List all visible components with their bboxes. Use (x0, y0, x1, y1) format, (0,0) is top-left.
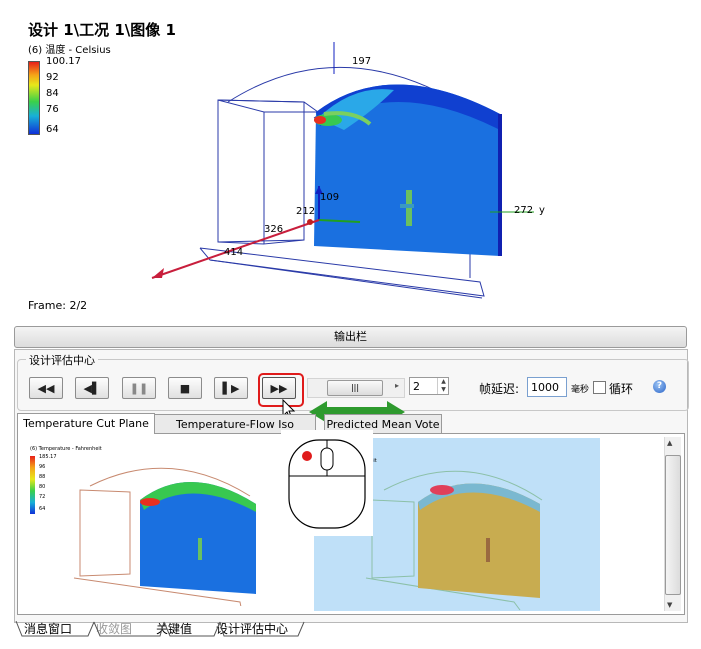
pause-button[interactable]: ❚❚ (122, 377, 156, 399)
color-legend-bar (28, 61, 40, 135)
dimension-label: 109 (320, 192, 340, 203)
step-forward-button[interactable]: ▌▶ (214, 377, 248, 399)
scroll-down-arrow-icon[interactable]: ▼ (667, 601, 672, 609)
slider-thumb[interactable]: ||| (327, 380, 383, 396)
stop-icon: ■ (179, 381, 191, 395)
scroll-up-arrow-icon[interactable]: ▲ (667, 439, 672, 447)
frame-indicator: Frame: 2/2 (28, 299, 88, 312)
legend-title: (6) 温度 - Celsius (28, 45, 111, 56)
legend-tick: 92 (46, 72, 59, 83)
mouse-icon (288, 439, 366, 529)
thumbnail-render (73, 467, 256, 606)
dimension-label: 414 (224, 247, 244, 258)
mouse-illustration (281, 430, 373, 536)
step-forward-icon: ▌▶ (222, 381, 240, 395)
dimension-label: 197 (352, 56, 372, 67)
tab-temperature-cut-plane[interactable]: Temperature Cut Plane (17, 413, 155, 434)
loop-checkbox[interactable] (593, 381, 606, 394)
legend-tick: 64 (46, 124, 59, 135)
bottom-tab-outline (15, 621, 305, 637)
3d-viewport[interactable] (14, 14, 686, 320)
pause-icon: ❚❚ (129, 381, 149, 395)
rewind-icon: ◀◀ (37, 381, 55, 395)
delay-label: 帧延迟: (479, 382, 520, 396)
ms-label: 毫秒 (571, 385, 590, 395)
help-icon[interactable]: ? (653, 380, 666, 393)
output-bar-button[interactable]: 输出栏 (14, 326, 687, 348)
legend-tick: 84 (46, 88, 59, 99)
group-label: 设计评估中心 (26, 352, 98, 368)
dimension-label: 326 (264, 224, 284, 235)
scroll-thumb[interactable] (665, 455, 681, 595)
rewind-button[interactable]: ◀◀ (29, 377, 63, 399)
fast-forward-button[interactable]: ▶▶ (262, 377, 296, 399)
dimension-label: 212 (296, 206, 316, 217)
step-back-button[interactable]: ◀▌ (75, 377, 109, 399)
delay-input[interactable]: 1000 (527, 377, 567, 397)
thumbnail-cut-plane[interactable]: (6) Temperature - Fahrenheit 185.17 96 8… (30, 446, 310, 606)
simulation-model-render (151, 42, 534, 299)
step-back-icon: ◀▌ (83, 381, 101, 395)
fast-forward-icon: ▶▶ (270, 381, 288, 395)
legend-tick: 76 (46, 104, 59, 115)
dimension-label: 272 (514, 205, 534, 216)
page-title: 设计 1\工况 1\图像 1 (28, 21, 176, 39)
loop-label: 循环 (609, 382, 634, 396)
stop-button[interactable]: ■ (168, 377, 202, 399)
spin-arrows-icon[interactable]: ▲ ▼ (437, 378, 449, 394)
legend-tick: 100.17 (46, 56, 81, 67)
axis-y-label: y (539, 205, 545, 216)
slider-right-arrow-icon[interactable]: ▸ (395, 381, 399, 390)
